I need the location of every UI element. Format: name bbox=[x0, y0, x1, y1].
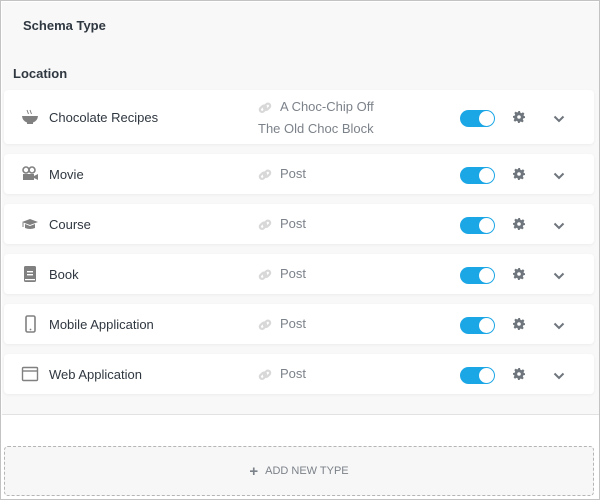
schema-type-name: Mobile Application bbox=[49, 317, 154, 332]
schema-row-web-application: Web Application Post bbox=[4, 354, 594, 394]
location-value: Post bbox=[280, 266, 307, 281]
chevron-down-icon[interactable] bbox=[553, 115, 565, 123]
link-icon bbox=[258, 169, 272, 181]
gear-icon[interactable] bbox=[513, 368, 525, 380]
toggle-knob bbox=[479, 368, 494, 383]
schema-list-section: Schema Type Location Chocolate Recipes A… bbox=[2, 2, 599, 415]
chevron-down-icon[interactable] bbox=[553, 172, 565, 180]
enable-toggle[interactable] bbox=[460, 217, 495, 234]
location-value: A Choc-Chip Off bbox=[280, 99, 374, 114]
toggle-knob bbox=[479, 268, 494, 283]
schema-type-name: Web Application bbox=[49, 367, 142, 382]
toggle-knob bbox=[479, 218, 494, 233]
location-value-line2: The Old Choc Block bbox=[258, 121, 374, 136]
location-value: Post bbox=[280, 316, 307, 331]
schema-type-name: Book bbox=[49, 267, 79, 282]
link-icon bbox=[258, 219, 272, 231]
link-icon bbox=[258, 369, 272, 381]
chevron-down-icon[interactable] bbox=[553, 372, 565, 380]
location-value: Post bbox=[280, 166, 307, 181]
schema-row-movie: Movie Post bbox=[4, 154, 594, 194]
enable-toggle[interactable] bbox=[460, 167, 495, 184]
chevron-down-icon[interactable] bbox=[553, 222, 565, 230]
gear-icon[interactable] bbox=[513, 168, 525, 180]
plus-icon: + bbox=[249, 462, 259, 480]
book-icon bbox=[21, 265, 39, 283]
schema-row-course: Course Post bbox=[4, 204, 594, 244]
gear-icon[interactable] bbox=[513, 268, 525, 280]
schema-row-mobile-application: Mobile Application Post bbox=[4, 304, 594, 344]
enable-toggle[interactable] bbox=[460, 110, 495, 127]
gear-icon[interactable] bbox=[513, 111, 525, 123]
add-new-type-button[interactable]: + ADD NEW TYPE bbox=[4, 446, 594, 496]
toggle-knob bbox=[479, 318, 494, 333]
location-heading: Location bbox=[13, 66, 68, 81]
chevron-down-icon[interactable] bbox=[553, 322, 565, 330]
bowl-icon bbox=[21, 108, 39, 126]
schema-types-panel: Schema Type Location Chocolate Recipes A… bbox=[0, 0, 600, 500]
link-icon bbox=[258, 269, 272, 281]
gear-icon[interactable] bbox=[513, 218, 525, 230]
graduation-cap-icon bbox=[21, 215, 39, 233]
video-camera-icon bbox=[21, 165, 39, 183]
add-new-type-label: ADD NEW TYPE bbox=[265, 465, 349, 477]
toggle-knob bbox=[479, 168, 494, 183]
mobile-phone-icon bbox=[21, 315, 39, 333]
location-value: Post bbox=[280, 216, 307, 231]
enable-toggle[interactable] bbox=[460, 367, 495, 384]
toggle-knob bbox=[479, 111, 494, 126]
enable-toggle[interactable] bbox=[460, 267, 495, 284]
schema-type-name: Movie bbox=[49, 167, 84, 182]
schema-type-name: Chocolate Recipes bbox=[49, 110, 159, 125]
schema-type-name: Course bbox=[49, 217, 91, 232]
browser-window-icon bbox=[21, 365, 39, 383]
link-icon bbox=[258, 102, 272, 114]
enable-toggle[interactable] bbox=[460, 317, 495, 334]
location-value: Post bbox=[280, 366, 307, 381]
gear-icon[interactable] bbox=[513, 318, 525, 330]
link-icon bbox=[258, 319, 272, 331]
chevron-down-icon[interactable] bbox=[553, 272, 565, 280]
schema-type-heading: Schema Type bbox=[23, 18, 106, 33]
schema-row-book: Book Post bbox=[4, 254, 594, 294]
schema-row-chocolate-recipes: Chocolate Recipes A Choc-Chip Off The Ol… bbox=[4, 90, 594, 144]
